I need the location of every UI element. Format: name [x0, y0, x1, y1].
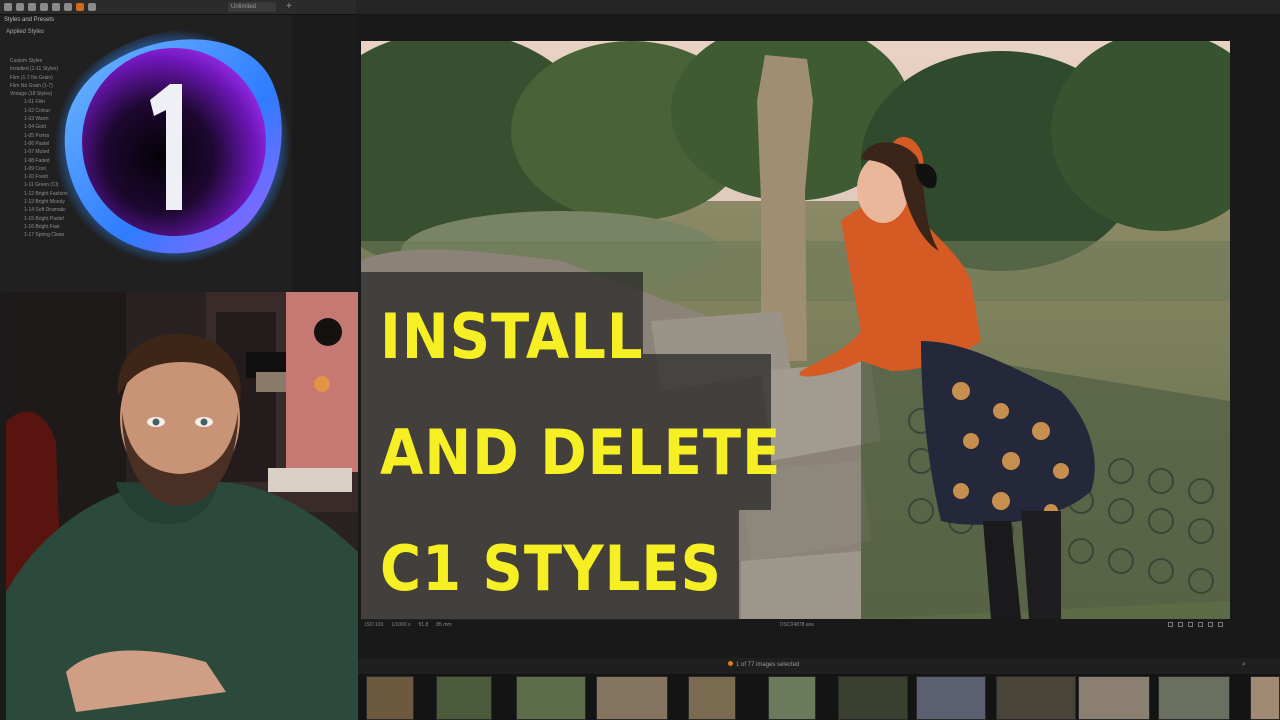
- title-line-install: INSTALL: [380, 300, 644, 374]
- title-line-and-delete: AND DELETE: [380, 416, 782, 490]
- photo-meta-item: ISO 100: [365, 622, 384, 628]
- selection-count: 1 of 77 images selected: [728, 660, 799, 670]
- thumbnail[interactable]: [596, 676, 668, 720]
- selection-dot-icon: [728, 661, 733, 666]
- styles-tab-icon[interactable]: [76, 3, 84, 11]
- thumbnail[interactable]: [996, 676, 1076, 720]
- selection-count-text: 1 of 77 images selected: [736, 662, 800, 668]
- filmstrip-header: [358, 658, 1280, 674]
- add-icon[interactable]: +: [286, 0, 292, 14]
- thumbnail[interactable]: [1158, 676, 1230, 720]
- focus-icon[interactable]: [1178, 622, 1183, 627]
- thumbnail[interactable]: [436, 676, 492, 720]
- panel-gap: [292, 15, 358, 293]
- viewer-toolbar: [356, 0, 1280, 14]
- photo-meta-item: f/1.8: [418, 622, 429, 628]
- details-icon[interactable]: [64, 3, 72, 11]
- compare-icon[interactable]: [1198, 622, 1203, 627]
- presenter-webcam: [6, 292, 358, 720]
- photo-meta-item: 1/1000 s: [391, 622, 411, 628]
- viewer-tools: [1168, 622, 1223, 627]
- thumbnail[interactable]: [516, 676, 586, 720]
- capture-icon[interactable]: [16, 3, 24, 11]
- zoom-icon[interactable]: [1208, 622, 1213, 627]
- thumbnail[interactable]: [768, 676, 816, 720]
- color-icon[interactable]: [40, 3, 48, 11]
- thumbnail[interactable]: [688, 676, 736, 720]
- photo-filename: DSC04878.arw: [780, 622, 814, 628]
- thumbnail[interactable]: [1078, 676, 1150, 720]
- thumbnail[interactable]: [366, 676, 414, 720]
- grid-icon[interactable]: [1168, 622, 1173, 627]
- collection-selector[interactable]: Unlimited: [228, 2, 276, 12]
- photo-metadata: ISO 100 1/1000 s f/1.8 85 mm: [365, 622, 452, 628]
- thumbnail[interactable]: [838, 676, 908, 720]
- fullscreen-icon[interactable]: [1218, 622, 1223, 627]
- top-toolbar: Unlimited +: [0, 0, 1280, 15]
- proof-icon[interactable]: [1188, 622, 1193, 627]
- photo-meta-item: 85 mm: [436, 622, 452, 628]
- thumbnail[interactable]: [1250, 676, 1280, 720]
- exposure-icon[interactable]: [52, 3, 60, 11]
- library-icon[interactable]: [4, 3, 12, 11]
- thumbnail[interactable]: [916, 676, 986, 720]
- adjustments-icon[interactable]: [88, 3, 96, 11]
- title-line-c1-styles: C1 STYLES: [380, 532, 722, 606]
- lens-icon[interactable]: [28, 3, 36, 11]
- capture-one-logo: [54, 29, 292, 264]
- search-icon[interactable]: ⌕: [1242, 661, 1246, 669]
- panel-title: Styles and Presets: [4, 17, 55, 23]
